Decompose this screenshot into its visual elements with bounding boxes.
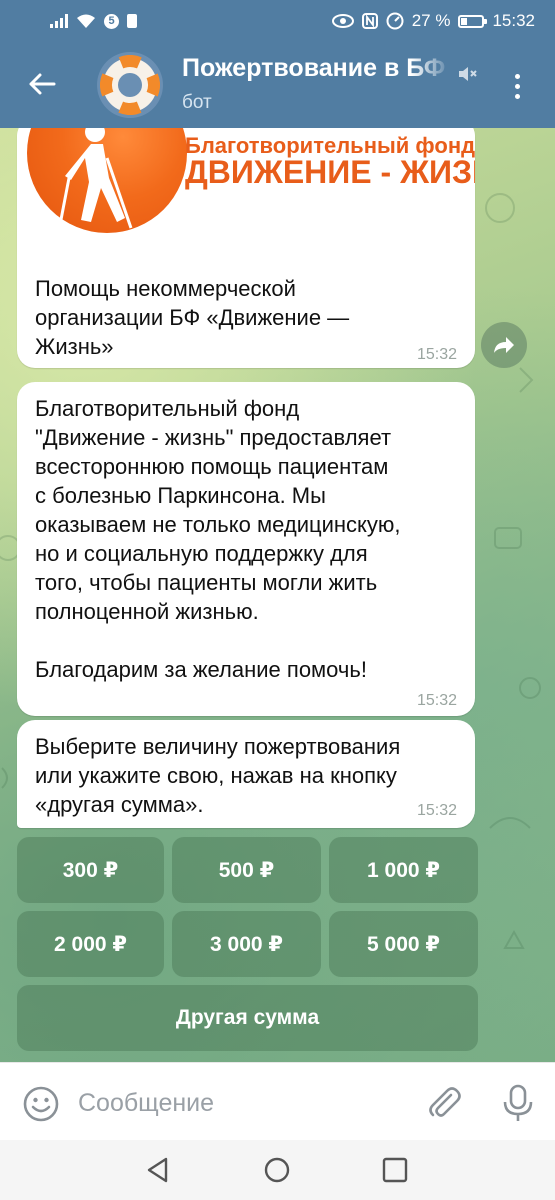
nordic-walker-icon (57, 128, 133, 231)
more-vertical-icon[interactable] (505, 66, 529, 106)
battery-icon (458, 14, 488, 28)
signal-icon (50, 14, 68, 28)
arrow-left-icon (29, 73, 56, 95)
microphone-icon[interactable] (500, 1083, 536, 1123)
eye-icon (331, 14, 354, 28)
message-time: 15:32 (416, 692, 457, 709)
message-text: Помощь некоммерческой организации БФ «Дв… (35, 276, 350, 359)
amount-300-button[interactable]: 300 ₽ (17, 837, 164, 903)
lifebuoy-icon (100, 55, 160, 115)
banner-text-line2: ДВИЖЕНИЕ - ЖИЗНЬ (185, 154, 475, 190)
message-time: 15:32 (416, 346, 457, 363)
chat-title[interactable]: Пожертвование в БФ (182, 54, 452, 83)
clock: 15:32 (492, 11, 535, 30)
back-button[interactable] (22, 64, 62, 104)
chat-area[interactable]: Благотворительный фонд ДВИЖЕНИЕ - ЖИЗНЬ … (0, 128, 555, 1062)
share-arrow-icon (494, 337, 514, 353)
amount-3000-button[interactable]: 3 000 ₽ (172, 911, 321, 977)
amount-5000-button[interactable]: 5 000 ₽ (329, 911, 478, 977)
status-left: 5 (50, 13, 137, 29)
muted-speaker-icon (459, 67, 477, 81)
message-text: Выберите величину пожертвования или укаж… (35, 734, 401, 817)
sim-badge: 5 (104, 13, 119, 29)
amount-500-button[interactable]: 500 ₽ (172, 837, 321, 903)
chat-subtitle: бот (182, 92, 212, 113)
nav-recents-icon[interactable] (382, 1157, 408, 1183)
paperclip-icon[interactable] (424, 1083, 464, 1123)
message-bubble[interactable]: Благотворительный фонд ДВИЖЕНИЕ - ЖИЗНЬ … (17, 128, 475, 368)
share-button[interactable] (481, 322, 527, 368)
battery-percent: 27 % (411, 11, 451, 30)
message-text: Благотворительный фонд "Движение - жизнь… (35, 396, 401, 682)
message-time: 15:32 (416, 802, 457, 819)
system-navigation-bar (0, 1140, 555, 1200)
amount-1000-button[interactable]: 1 000 ₽ (329, 837, 478, 903)
nav-home-icon[interactable] (263, 1156, 291, 1184)
sim-card-icon (127, 14, 137, 28)
bot-avatar[interactable] (97, 52, 163, 118)
smiley-icon[interactable] (22, 1085, 60, 1123)
status-bar: 5 27 % 15:32 (0, 0, 555, 42)
status-right: 27 % 15:32 (331, 11, 535, 31)
chat-header: Пожертвование в БФ бот (0, 42, 555, 128)
message-input[interactable] (78, 1083, 398, 1123)
message-input-bar (0, 1062, 555, 1140)
other-amount-button[interactable]: Другая сумма (17, 985, 478, 1051)
wifi-icon (77, 14, 95, 28)
nav-back-icon[interactable] (144, 1156, 172, 1184)
fund-banner-image: Благотворительный фонд ДВИЖЕНИЕ - ЖИЗНЬ (17, 128, 475, 243)
message-bubble[interactable]: Благотворительный фонд "Движение - жизнь… (17, 382, 475, 716)
nfc-icon (361, 13, 378, 29)
amount-2000-button[interactable]: 2 000 ₽ (17, 911, 164, 977)
message-bubble[interactable]: Выберите величину пожертвования или укаж… (17, 720, 475, 828)
speed-icon (386, 12, 404, 30)
